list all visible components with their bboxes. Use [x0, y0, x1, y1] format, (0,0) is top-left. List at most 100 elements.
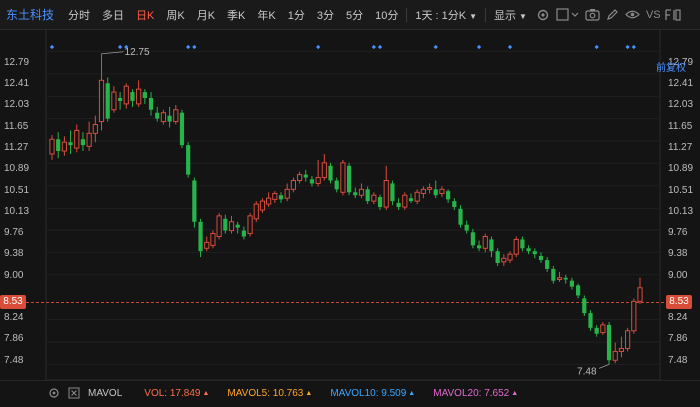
stock-name[interactable]: 东土科技	[0, 6, 62, 23]
event-marker-icon[interactable]	[192, 44, 197, 50]
pencil-draw-icon[interactable]	[603, 5, 623, 25]
event-marker-icon[interactable]	[594, 44, 599, 50]
candle-body	[315, 177, 321, 184]
event-marker-icon[interactable]	[625, 44, 630, 50]
candle-body	[446, 191, 451, 200]
settings-gear-icon[interactable]	[533, 5, 553, 25]
period-multiday[interactable]: 多日	[96, 7, 130, 23]
candle-body	[594, 327, 599, 334]
vol-label: VOL:	[144, 387, 168, 399]
display-dropdown[interactable]: 显示 ▼	[488, 7, 533, 23]
price-axis-left-label: 10.89	[4, 163, 30, 174]
indicator-settings-icon[interactable]	[44, 383, 64, 403]
period-weekly[interactable]: 周K	[160, 7, 190, 23]
candle-body	[228, 221, 235, 232]
period-quarterly[interactable]: 季K	[221, 7, 251, 23]
price-axis-left-label: 9.38	[4, 248, 24, 259]
candle-body	[513, 238, 519, 255]
candle-body	[358, 188, 365, 196]
event-marker-icon[interactable]	[631, 44, 636, 50]
candle-body	[458, 208, 463, 225]
candle-body	[130, 92, 135, 101]
event-marker-icon[interactable]	[117, 44, 123, 50]
candle-body	[545, 260, 550, 269]
event-marker-icon[interactable]	[316, 44, 321, 50]
candle-body	[173, 109, 179, 123]
candle-body	[105, 83, 110, 119]
chevron-down-icon: ▼	[519, 11, 527, 21]
candle-body	[576, 285, 581, 296]
period-1min[interactable]: 1分	[282, 7, 311, 23]
candle-body	[117, 97, 123, 101]
candle-body	[470, 232, 475, 246]
candle-body	[179, 112, 185, 146]
event-marker-icon[interactable]	[371, 44, 376, 50]
price-axis-left-label: 12.79	[4, 57, 30, 68]
period-10min[interactable]: 10分	[369, 7, 404, 23]
event-marker-icon[interactable]	[433, 44, 438, 50]
candle-body	[74, 129, 80, 149]
event-marker-icon[interactable]	[377, 44, 383, 50]
current-price-tag-left: 8.53	[0, 295, 26, 309]
candle-body	[377, 197, 383, 208]
candle-body	[489, 239, 494, 252]
candle-body	[439, 188, 445, 194]
candle-body	[365, 189, 370, 202]
price-axis-right-label: 7.48	[668, 355, 688, 366]
event-marker-icon[interactable]	[507, 44, 513, 50]
indicator-name[interactable]: MAVOL	[88, 388, 122, 399]
candle-body	[588, 313, 593, 328]
indicator-close-icon[interactable]	[64, 383, 84, 403]
period-3min[interactable]: 3分	[311, 7, 340, 23]
price-axis-left-label: 9.00	[4, 270, 24, 281]
price-axis-right-label: 10.13	[668, 206, 694, 217]
candle-body	[111, 91, 117, 111]
period-yearly[interactable]: 年K	[251, 7, 281, 23]
candle-body	[408, 198, 414, 202]
restore-rights-button[interactable]: 前复权	[656, 59, 686, 74]
price-axis-right-label: 8.24	[668, 312, 688, 323]
candle-body	[371, 194, 377, 202]
camera-icon[interactable]	[583, 5, 603, 25]
candle-body	[210, 233, 216, 246]
price-axis-right-label: 9.00	[668, 270, 688, 281]
chevron-down-icon: ▼	[469, 11, 478, 21]
event-marker-icon[interactable]	[49, 44, 55, 50]
candle-body	[346, 165, 352, 193]
high-price-annotation: 12.75	[125, 47, 150, 58]
event-marker-icon[interactable]	[186, 44, 191, 50]
up-arrow-icon: ▲	[408, 389, 416, 397]
price-axis-right-label: 10.51	[668, 185, 694, 196]
low-price-annotation: 7.48	[577, 366, 597, 377]
price-axis-right-label: 9.76	[668, 227, 688, 238]
candle-body	[452, 201, 457, 208]
kline-chart[interactable]: 12.75 7.48	[0, 30, 700, 404]
combo-period-dropdown[interactable]: 1天 : 1分K ▼	[409, 7, 483, 23]
price-axis-left-label: 10.13	[4, 206, 30, 217]
period-intraday[interactable]: 分时	[62, 7, 96, 23]
candle-body	[253, 203, 259, 220]
candle-body	[309, 179, 315, 184]
compare-vs-button[interactable]: VS	[643, 9, 664, 21]
period-5min[interactable]: 5分	[340, 7, 369, 23]
mavol10-label: MAVOL10:	[330, 387, 379, 399]
candle-body	[625, 330, 631, 349]
kline-chart-area[interactable]: 12.75 7.48 12.79 12.41 12.03 11.65 11.27 …	[0, 30, 700, 404]
checkbox-icon[interactable]	[553, 5, 583, 25]
candle-body	[476, 245, 482, 249]
period-daily[interactable]: 日K	[130, 7, 160, 23]
candle-body	[61, 141, 67, 152]
eye-icon[interactable]	[623, 5, 643, 25]
candle-body	[507, 253, 513, 261]
candle-body	[482, 235, 488, 249]
period-monthly[interactable]: 月K	[191, 7, 221, 23]
candle-body	[637, 287, 643, 302]
price-axis-left-label: 8.24	[4, 312, 24, 323]
candle-body	[334, 180, 339, 190]
toolbar-divider	[485, 7, 487, 22]
f10-icon[interactable]	[664, 5, 682, 25]
candle-body	[618, 347, 625, 352]
candle-body	[606, 324, 612, 361]
event-marker-icon[interactable]	[476, 44, 482, 50]
price-axis-right-label: 12.03	[668, 99, 694, 110]
